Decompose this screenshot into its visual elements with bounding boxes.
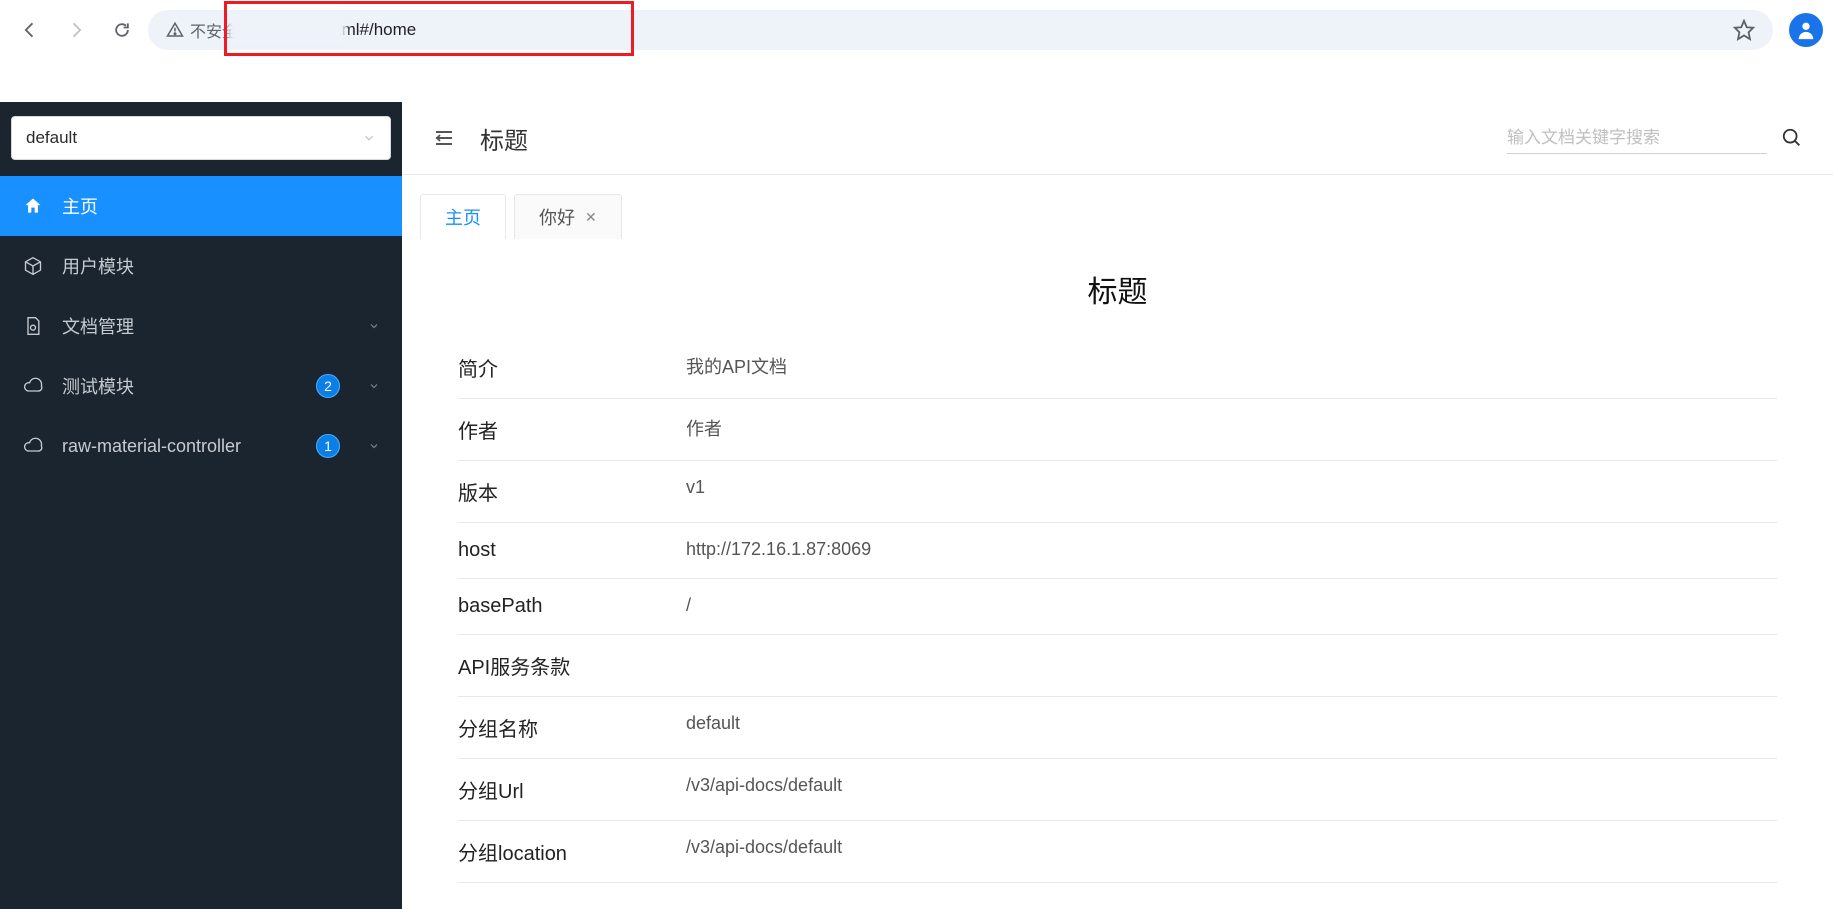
sidebar-item-label: 文档管理	[62, 313, 340, 339]
doc-content: 标题 简介我的API文档 作者作者 版本v1 hosthttp://172.16…	[402, 239, 1833, 909]
chevron-down-icon	[368, 320, 380, 332]
group-select-value: default	[26, 128, 77, 148]
cloud-icon	[22, 436, 44, 456]
cloud-icon	[22, 376, 44, 396]
info-row: 分组location/v3/api-docs/default	[458, 821, 1777, 883]
info-label: 作者	[458, 415, 686, 444]
address-bar[interactable]: 不安全 :8069/doc.html#/home	[148, 10, 1773, 50]
count-badge: 1	[316, 434, 340, 458]
info-row: basePath/	[458, 579, 1777, 635]
info-value: 作者	[686, 415, 722, 444]
back-button[interactable]	[10, 10, 50, 50]
info-value: default	[686, 713, 740, 742]
info-value: /v3/api-docs/default	[686, 837, 842, 866]
browser-toolbar: 不安全 :8069/doc.html#/home	[0, 0, 1833, 59]
doc-title: 标题	[458, 267, 1777, 311]
sidebar-item-raw-material[interactable]: raw-material-controller 1	[0, 416, 402, 476]
cube-icon	[22, 256, 44, 276]
page-title: 标题	[480, 121, 528, 156]
info-label: host	[458, 539, 686, 562]
sidebar-item-home[interactable]: 主页	[0, 176, 402, 236]
sidebar-item-doc-manage[interactable]: 文档管理	[0, 296, 402, 356]
chevron-down-icon	[362, 131, 376, 145]
forward-button[interactable]	[56, 10, 96, 50]
search-icon[interactable]	[1781, 127, 1803, 149]
tabs-bar: 主页 你好 ✕	[402, 175, 1833, 239]
count-badge: 2	[316, 374, 340, 398]
info-label: 简介	[458, 353, 686, 382]
sidebar-item-test-module[interactable]: 测试模块 2	[0, 356, 402, 416]
bookmark-star-icon[interactable]	[1733, 19, 1755, 41]
sidebar-menu: 主页 用户模块 文档管理 测试	[0, 176, 402, 476]
info-label: basePath	[458, 595, 686, 618]
tab-label: 你好	[539, 204, 575, 230]
info-value: 我的API文档	[686, 353, 787, 382]
tab-home[interactable]: 主页	[420, 194, 506, 239]
sidebar-item-label: raw-material-controller	[62, 436, 298, 457]
sidebar: default 主页 用户模块	[0, 102, 402, 909]
close-icon[interactable]: ✕	[585, 209, 597, 226]
info-row: 分组Url/v3/api-docs/default	[458, 759, 1777, 821]
main-header: 标题	[402, 102, 1833, 175]
info-table: 简介我的API文档 作者作者 版本v1 hosthttp://172.16.1.…	[458, 337, 1777, 883]
info-row: 简介我的API文档	[458, 337, 1777, 399]
sidebar-item-label: 测试模块	[62, 373, 298, 399]
info-value: /	[686, 595, 691, 618]
info-row: 分组名称default	[458, 697, 1777, 759]
spacer-band	[0, 59, 1833, 102]
info-row: hosthttp://172.16.1.87:8069	[458, 523, 1777, 579]
annotation-highlight	[224, 1, 634, 56]
info-row: API服务条款	[458, 635, 1777, 697]
profile-avatar[interactable]	[1789, 13, 1823, 47]
tab-label: 主页	[445, 204, 481, 230]
tab-hello[interactable]: 你好 ✕	[514, 194, 622, 239]
collapse-sidebar-button[interactable]	[432, 126, 456, 150]
sidebar-item-label: 主页	[62, 193, 380, 219]
app-shell: default 主页 用户模块	[0, 102, 1833, 909]
info-label: 分组名称	[458, 713, 686, 742]
info-label: API服务条款	[458, 651, 686, 680]
info-label: 分组location	[458, 837, 686, 866]
sidebar-item-label: 用户模块	[62, 253, 380, 279]
file-gear-icon	[22, 316, 44, 336]
info-label: 分组Url	[458, 775, 686, 804]
info-row: 版本v1	[458, 461, 1777, 523]
info-value: http://172.16.1.87:8069	[686, 539, 871, 562]
chevron-down-icon	[368, 440, 380, 452]
sidebar-item-user-module[interactable]: 用户模块	[0, 236, 402, 296]
group-select[interactable]: default	[11, 116, 391, 160]
info-label: 版本	[458, 477, 686, 506]
home-icon	[22, 196, 44, 216]
chevron-down-icon	[368, 380, 380, 392]
info-value: /v3/api-docs/default	[686, 775, 842, 804]
reload-button[interactable]	[102, 10, 142, 50]
info-row: 作者作者	[458, 399, 1777, 461]
main-panel: 标题 主页 你好 ✕ 标题 简介我的API文档 作者作者 版本v1	[402, 102, 1833, 909]
search-input[interactable]	[1507, 122, 1767, 154]
info-value: v1	[686, 477, 705, 506]
